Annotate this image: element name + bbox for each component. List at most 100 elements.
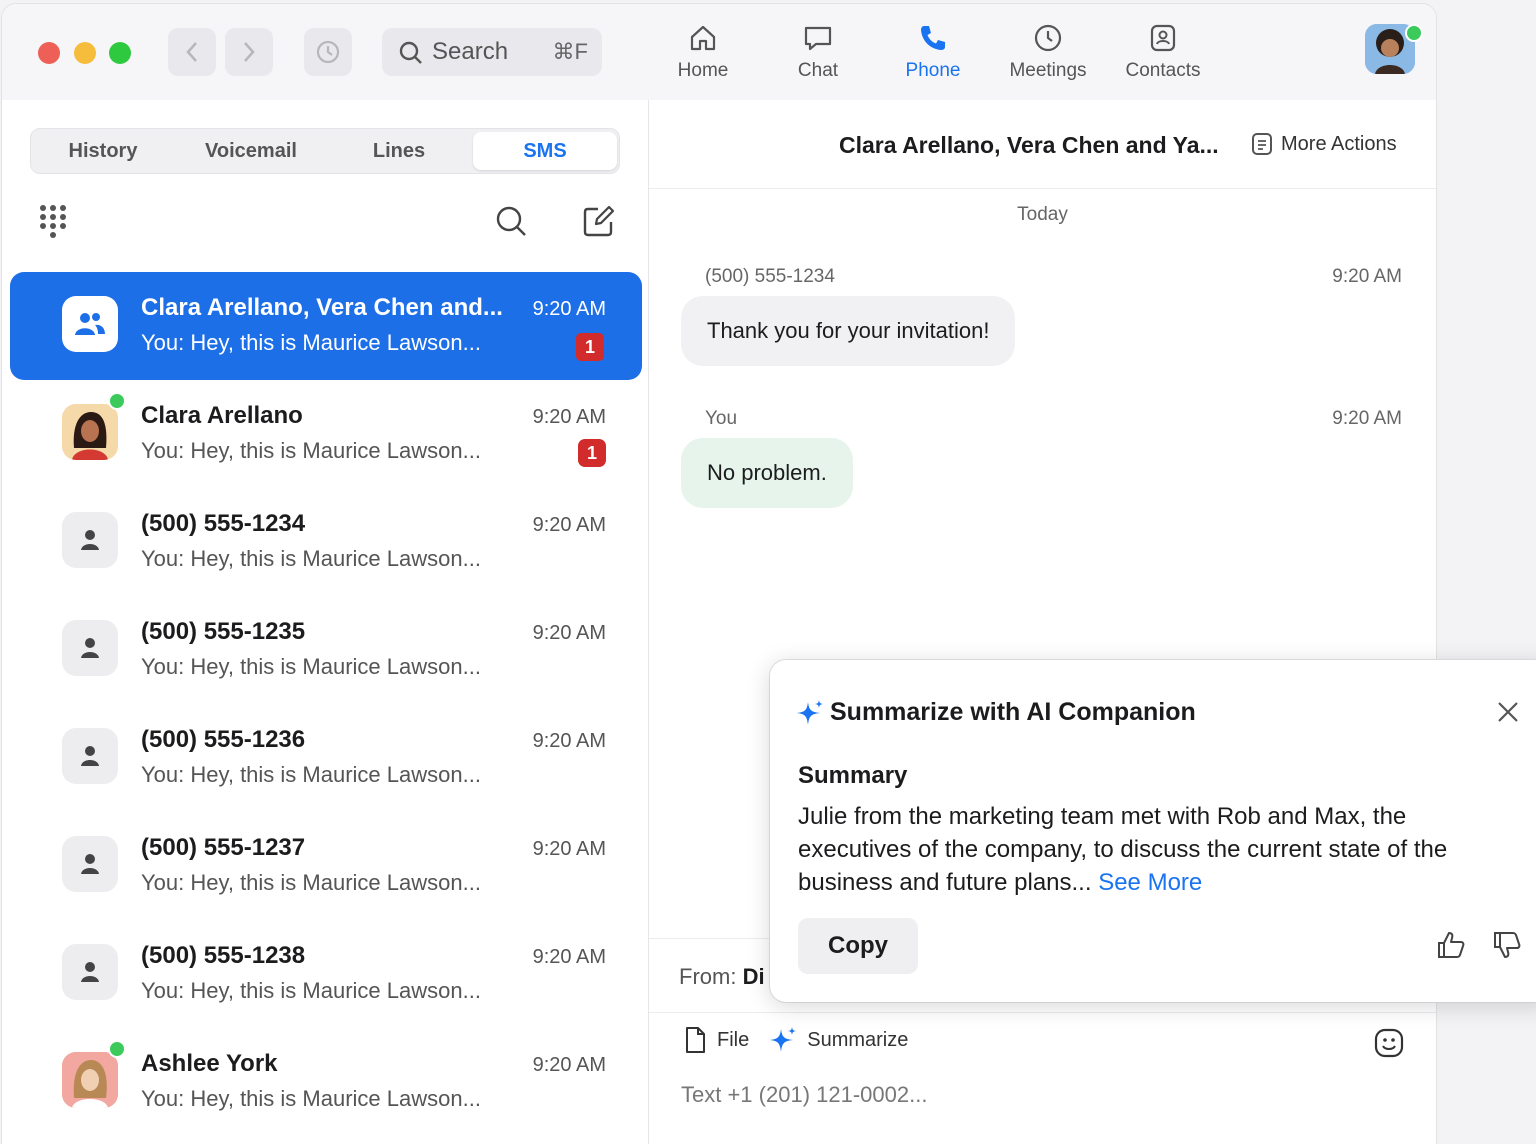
conversation-preview: You: Hey, this is Maurice Lawson...: [141, 330, 481, 355]
file-icon[interactable]: [683, 1026, 707, 1054]
chevron-right-icon: [244, 42, 255, 62]
contact-photo-avatar: [62, 404, 118, 460]
contact-avatar: [62, 836, 118, 892]
history-button[interactable]: [304, 28, 352, 76]
from-value: Di: [742, 964, 765, 989]
compose-icon: [583, 205, 615, 237]
composer-divider: [649, 1012, 1436, 1013]
more-actions-label: More Actions: [1281, 132, 1397, 155]
conversation-preview: You: Hey, this is Maurice Lawson...: [141, 438, 481, 463]
emoji-button[interactable]: [1374, 1028, 1404, 1063]
online-status-dot: [108, 1040, 126, 1058]
tab-home[interactable]: Home: [648, 22, 758, 92]
group-icon: [75, 313, 105, 335]
conversation-preview: You: Hey, this is Maurice Lawson...: [141, 870, 481, 895]
file-button-label[interactable]: File: [717, 1029, 749, 1052]
more-actions-button[interactable]: More Actions: [1251, 132, 1397, 156]
conversation-row[interactable]: (500) 555-1237 9:20 AM You: Hey, this is…: [10, 812, 642, 920]
tab-meetings[interactable]: Meetings: [993, 22, 1103, 92]
contact-avatar: [62, 728, 118, 784]
unread-badge: 1: [574, 331, 606, 363]
conversation-name: (500) 555-1234: [141, 510, 306, 537]
clock-icon: [1034, 24, 1062, 52]
compose-message-button[interactable]: [582, 204, 616, 243]
sms-sidebar: History Voicemail Lines SMS Clara Arella…: [2, 100, 649, 1144]
tab-phone[interactable]: Phone: [878, 22, 988, 92]
ai-popup-title: Summarize with AI Companion: [830, 698, 1196, 726]
message-input[interactable]: Text +1 (201) 121-0002...: [681, 1082, 927, 1108]
conversation-name: Clara Arellano, Vera Chen and...: [141, 294, 503, 321]
search-placeholder: Search: [432, 38, 509, 65]
segment-lines[interactable]: Lines: [327, 132, 471, 170]
conversation-name: Ashlee York: [141, 1050, 278, 1077]
summary-heading: Summary: [798, 762, 908, 789]
conversation-time: 9:20 AM: [532, 622, 606, 644]
conversation-preview: You: Hey, this is Maurice Lawson...: [141, 978, 481, 1003]
forward-button[interactable]: [225, 28, 273, 76]
home-icon: [690, 25, 716, 51]
phone-segment-control: History Voicemail Lines SMS: [30, 128, 620, 174]
copy-button[interactable]: Copy: [798, 918, 918, 974]
segment-history[interactable]: History: [31, 132, 175, 170]
tab-contacts-label: Contacts: [1125, 60, 1201, 81]
conversation-time: 9:20 AM: [532, 406, 606, 428]
group-avatar: [62, 296, 118, 352]
conversation-row[interactable]: (500) 555-1235 9:20 AM You: Hey, this is…: [10, 596, 642, 704]
person-icon: [81, 638, 99, 658]
history-icon: [316, 40, 340, 64]
contact-avatar: [62, 620, 118, 676]
from-label: From:: [679, 964, 737, 989]
ai-sparkle-icon[interactable]: [769, 1026, 797, 1054]
conversation-preview: You: Hey, this is Maurice Lawson...: [141, 546, 481, 571]
conversation-row[interactable]: Ashlee York 9:20 AM You: Hey, this is Ma…: [10, 1028, 642, 1136]
conversation-name: (500) 555-1238: [141, 942, 306, 969]
chevron-left-icon: [186, 42, 197, 62]
person-icon: [81, 746, 99, 766]
dialpad-icon: [40, 205, 66, 238]
contact-avatar: [62, 512, 118, 568]
tab-phone-label: Phone: [905, 60, 961, 81]
conversation-row[interactable]: Clara Arellano 9:20 AM You: Hey, this is…: [10, 380, 642, 488]
top-bar: Search ⌘F Home Chat Phone Meetings Conta…: [2, 4, 1436, 101]
message-sender: (500) 555-1234: [705, 266, 835, 287]
outgoing-message-bubble[interactable]: No problem.: [681, 438, 853, 508]
composer-toolbar: File Summarize: [683, 1026, 908, 1054]
online-status-dot: [1405, 24, 1423, 42]
conversation-row[interactable]: (500) 555-1236 9:20 AM You: Hey, this is…: [10, 704, 642, 812]
conversation-row[interactable]: (500) 555-1238 9:20 AM You: Hey, this is…: [10, 920, 642, 1028]
tab-chat-label: Chat: [797, 60, 839, 81]
dialpad-button[interactable]: [38, 204, 68, 245]
contact-photo-icon: [62, 404, 118, 460]
close-window-button[interactable]: [38, 42, 60, 64]
conversation-time: 9:20 AM: [532, 946, 606, 968]
online-status-dot: [108, 392, 126, 410]
search-box[interactable]: Search ⌘F: [382, 28, 602, 76]
conversation-time: 9:20 AM: [532, 1054, 606, 1076]
conversation-time: 9:20 AM: [532, 514, 606, 536]
message-time: 9:20 AM: [1332, 266, 1402, 287]
conversation-row[interactable]: Clara Arellano, Vera Chen and... 9:20 AM…: [10, 272, 642, 380]
zoom-window-button[interactable]: [109, 42, 131, 64]
chat-icon: [804, 26, 832, 51]
summarize-button-label[interactable]: Summarize: [807, 1029, 908, 1052]
from-line-selector[interactable]: From: Di: [679, 964, 765, 990]
incoming-message-bubble[interactable]: Thank you for your invitation!: [681, 296, 1016, 366]
see-more-link[interactable]: See More: [1098, 869, 1202, 896]
segment-voicemail[interactable]: Voicemail: [179, 132, 323, 170]
more-actions-icon: [1252, 133, 1272, 155]
person-icon: [81, 962, 99, 982]
close-icon[interactable]: [1496, 700, 1520, 724]
ai-summary-popup: Summarize with AI Companion Summary Juli…: [770, 660, 1536, 1002]
thumbs-up-icon[interactable]: [1436, 930, 1466, 960]
contact-photo-icon: [62, 1052, 118, 1108]
search-messages-button[interactable]: [494, 204, 528, 243]
segment-sms[interactable]: SMS: [473, 132, 617, 170]
tab-contacts[interactable]: Contacts: [1108, 22, 1218, 92]
person-icon: [81, 854, 99, 874]
message-time: 9:20 AM: [1332, 408, 1402, 429]
tab-chat[interactable]: Chat: [763, 22, 873, 92]
minimize-window-button[interactable]: [74, 42, 96, 64]
back-button[interactable]: [168, 28, 216, 76]
conversation-row[interactable]: (500) 555-1234 9:20 AM You: Hey, this is…: [10, 488, 642, 596]
thumbs-down-icon[interactable]: [1492, 930, 1522, 960]
